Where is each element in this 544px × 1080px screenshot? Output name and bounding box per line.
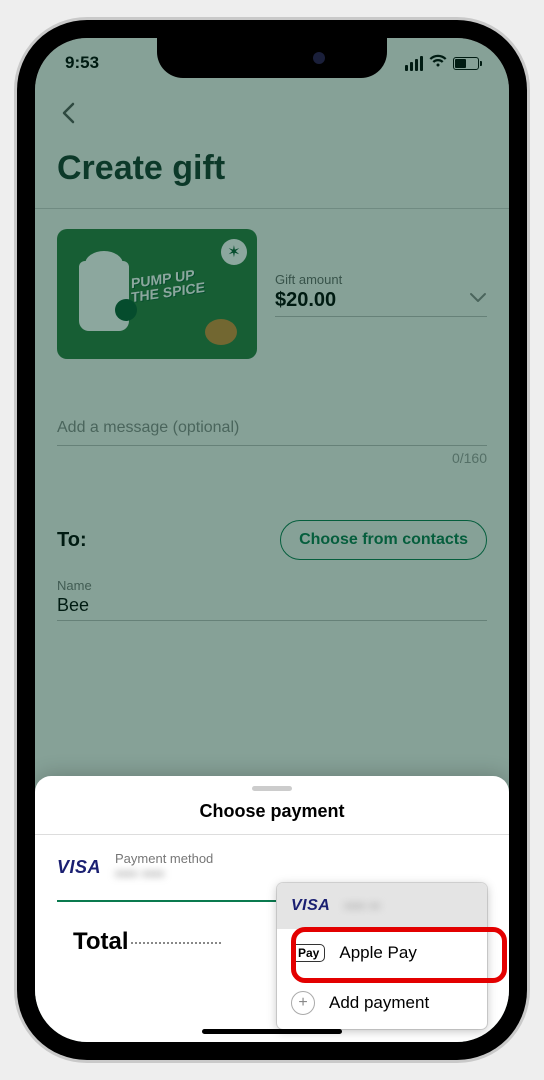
gift-card-image[interactable]: PUMP UP THE SPICE ✶ xyxy=(57,229,257,359)
back-button[interactable] xyxy=(57,88,487,143)
divider xyxy=(35,208,509,209)
chevron-down-icon xyxy=(469,287,487,312)
name-label: Name xyxy=(57,578,487,593)
payment-method-label: Payment method xyxy=(115,851,213,866)
page-title: Create gift xyxy=(57,149,487,188)
visa-icon: VISA xyxy=(291,897,330,915)
payment-option-apple-pay[interactable]: Pay Apple Pay xyxy=(277,929,487,977)
message-input[interactable]: Add a message (optional) xyxy=(57,419,487,446)
starbucks-logo-icon: ✶ xyxy=(221,239,247,265)
status-right xyxy=(405,54,479,73)
phone-frame: 9:53 Create gift PUMP UP xyxy=(17,20,527,1060)
plus-icon: + xyxy=(291,991,315,1015)
name-value: Bee xyxy=(57,595,487,616)
payment-method-value: •••• •••• xyxy=(115,866,213,884)
message-counter: 0/160 xyxy=(57,450,487,466)
sheet-grabber[interactable] xyxy=(252,786,292,791)
gift-amount-value: $20.00 xyxy=(275,289,342,312)
apple-pay-icon: Pay xyxy=(291,944,325,962)
total-label: Total xyxy=(73,928,129,955)
card-last-digits: •••• •• xyxy=(344,898,380,915)
choose-contacts-button[interactable]: Choose from contacts xyxy=(280,520,487,560)
payment-sheet: Choose payment VISA Payment method •••• … xyxy=(35,776,509,1042)
to-label: To: xyxy=(57,529,87,552)
sheet-title: Choose payment xyxy=(35,801,509,822)
battery-icon xyxy=(453,57,479,70)
add-payment-label: Add payment xyxy=(329,993,429,1013)
signal-icon xyxy=(405,56,423,71)
home-indicator[interactable] xyxy=(202,1029,342,1034)
clock: 9:53 xyxy=(65,53,99,73)
wifi-icon xyxy=(429,54,447,73)
name-input[interactable]: Name Bee xyxy=(57,578,487,621)
gift-row: PUMP UP THE SPICE ✶ Gift amount $20.00 xyxy=(57,229,487,359)
notch xyxy=(157,38,387,78)
screen: 9:53 Create gift PUMP UP xyxy=(35,38,509,1042)
payment-option-visa[interactable]: VISA •••• •• xyxy=(277,883,487,929)
apple-pay-label: Apple Pay xyxy=(339,943,417,963)
visa-icon: VISA xyxy=(57,857,101,878)
payment-option-add[interactable]: + Add payment xyxy=(277,977,487,1029)
gift-amount-label: Gift amount xyxy=(275,272,342,287)
payment-dropdown: VISA •••• •• Pay Apple Pay + Add payment xyxy=(277,883,487,1029)
gift-amount-selector[interactable]: Gift amount $20.00 xyxy=(275,272,487,317)
